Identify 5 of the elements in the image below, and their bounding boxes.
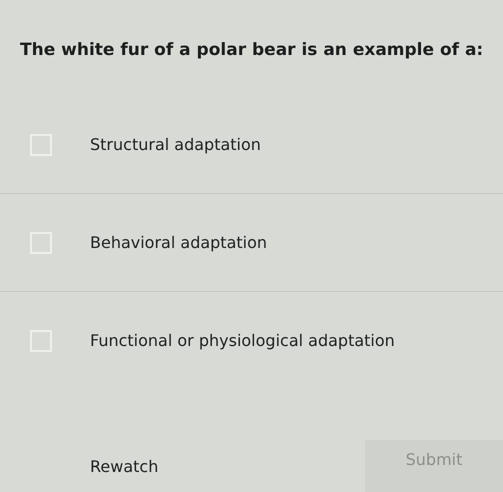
option-label: Behavioral adaptation [90,233,268,252]
option-label: Structural adaptation [90,135,261,154]
question-text: The white fur of a polar bear is an example of a: [19,39,484,62]
rewatch-button[interactable]: Rewatch [90,457,158,476]
option-label: Functional or physiological adaptation [90,331,395,350]
